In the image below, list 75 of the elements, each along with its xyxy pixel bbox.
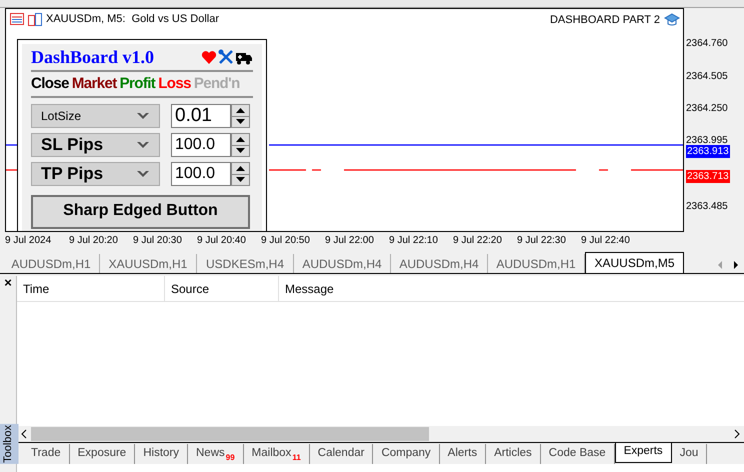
number-field[interactable]: 100.0 <box>171 133 231 157</box>
toolbox-tab[interactable]: Articles <box>486 444 541 464</box>
chart-tab[interactable]: USDKESm,H4 <box>197 254 294 273</box>
chart-tab[interactable]: AUDUSDm,H1 <box>3 254 100 273</box>
price-tick: 2364.760 <box>686 37 728 51</box>
time-tick: 9 Jul 20:50 <box>261 234 310 248</box>
toolbox-tab[interactable]: Company <box>373 444 440 464</box>
close-icon[interactable]: × <box>4 276 12 290</box>
time-tick: 9 Jul 2024 <box>5 234 52 248</box>
price-tick: 2363.485 <box>686 200 728 214</box>
price-tick: 2364.250 <box>686 102 728 116</box>
bid-price-label: 2363.913 <box>686 145 730 158</box>
scrollbar-thumb[interactable] <box>31 427 429 441</box>
up-arrow-icon <box>236 108 245 113</box>
chart-window-icon[interactable] <box>28 12 42 26</box>
toolbox-tab[interactable]: News$_{99}$ <box>188 444 244 464</box>
dashboard-tab[interactable]: Loss <box>158 75 191 93</box>
time-tick: 9 Jul 22:10 <box>389 234 438 248</box>
chart-tab[interactable]: AUDUSDm,H4 <box>294 254 391 273</box>
column-header[interactable]: Message <box>279 276 744 301</box>
bid-line <box>6 144 17 146</box>
chart-label: DASHBOARD PART 2 <box>550 13 660 28</box>
toolbox-title: Toolbox <box>0 424 18 464</box>
chart-title: XAUUSDm, M5: Gold vs US Dollar <box>46 12 219 27</box>
spinner[interactable] <box>231 133 250 157</box>
time-tick: 9 Jul 22:20 <box>453 234 502 248</box>
chart-tab[interactable]: XAUUSDm,M5 <box>585 252 684 273</box>
toolbox-tab[interactable]: Exposure <box>70 444 136 464</box>
chart-tab[interactable]: XAUUSDm,H1 <box>100 254 197 273</box>
time-tick: 9 Jul 22:40 <box>581 234 630 248</box>
caret-icon <box>136 170 150 178</box>
toolbox-tab[interactable]: Trade <box>23 444 70 464</box>
time-tick: 9 Jul 22:30 <box>517 234 566 248</box>
down-arrow-icon <box>236 177 245 182</box>
caret-icon <box>136 141 150 149</box>
toolbox-tab[interactable]: Jou <box>672 444 708 464</box>
time-tick: 9 Jul 20:40 <box>197 234 246 248</box>
time-tick: 9 Jul 22:00 <box>325 234 374 248</box>
sharp-edged-button[interactable]: Sharp Edged Button <box>31 195 250 229</box>
down-arrow-icon <box>236 148 245 154</box>
time-tick: 9 Jul 20:30 <box>133 234 182 248</box>
toolbox-tab[interactable]: History <box>135 444 188 464</box>
graduation-cap-icon <box>664 13 680 28</box>
up-arrow-icon <box>236 136 245 142</box>
heart-icon[interactable] <box>201 50 217 64</box>
dashboard-tab[interactable]: Market <box>72 75 117 93</box>
dashboard-tab[interactable]: Profit <box>120 75 156 93</box>
dropdown[interactable]: LotSize <box>31 104 160 128</box>
list-icon[interactable] <box>10 13 24 26</box>
number-field[interactable]: 100.0 <box>171 162 231 186</box>
up-arrow-icon <box>236 166 245 171</box>
chart-tab[interactable]: AUDUSDm,H4 <box>391 254 488 273</box>
ask-line <box>6 169 17 171</box>
toolbox-tab[interactable]: Calendar <box>310 444 374 464</box>
count-label: 11 <box>292 453 301 462</box>
toolbox-tab[interactable]: Alerts <box>440 444 486 464</box>
spinner[interactable] <box>231 104 250 128</box>
count-label: 99 <box>226 453 235 462</box>
column-header[interactable]: Source <box>165 276 279 301</box>
tools-icon[interactable] <box>218 49 234 65</box>
number-field[interactable]: 0.01 <box>171 104 231 128</box>
dropdown[interactable]: TP Pips <box>31 162 160 186</box>
price-tick: 2363.995 <box>686 134 728 147</box>
toolbox-tab[interactable]: Experts <box>614 443 672 463</box>
down-arrow-icon <box>236 119 245 124</box>
price-tick: 2364.505 <box>686 70 728 84</box>
toolbox-tab[interactable]: Mailbox$_{11}$ <box>244 444 310 464</box>
ask-price-label: 2363.713 <box>686 170 730 183</box>
dashboard-title: DashBoard v1.0 <box>31 46 154 68</box>
time-tick: 9 Jul 20:20 <box>69 234 118 248</box>
column-header[interactable]: Time <box>17 276 165 301</box>
caret-icon <box>136 112 150 120</box>
spinner[interactable] <box>231 162 250 186</box>
dashboard-tab[interactable]: Close <box>31 75 69 93</box>
dropdown[interactable]: SL Pips <box>31 133 160 157</box>
